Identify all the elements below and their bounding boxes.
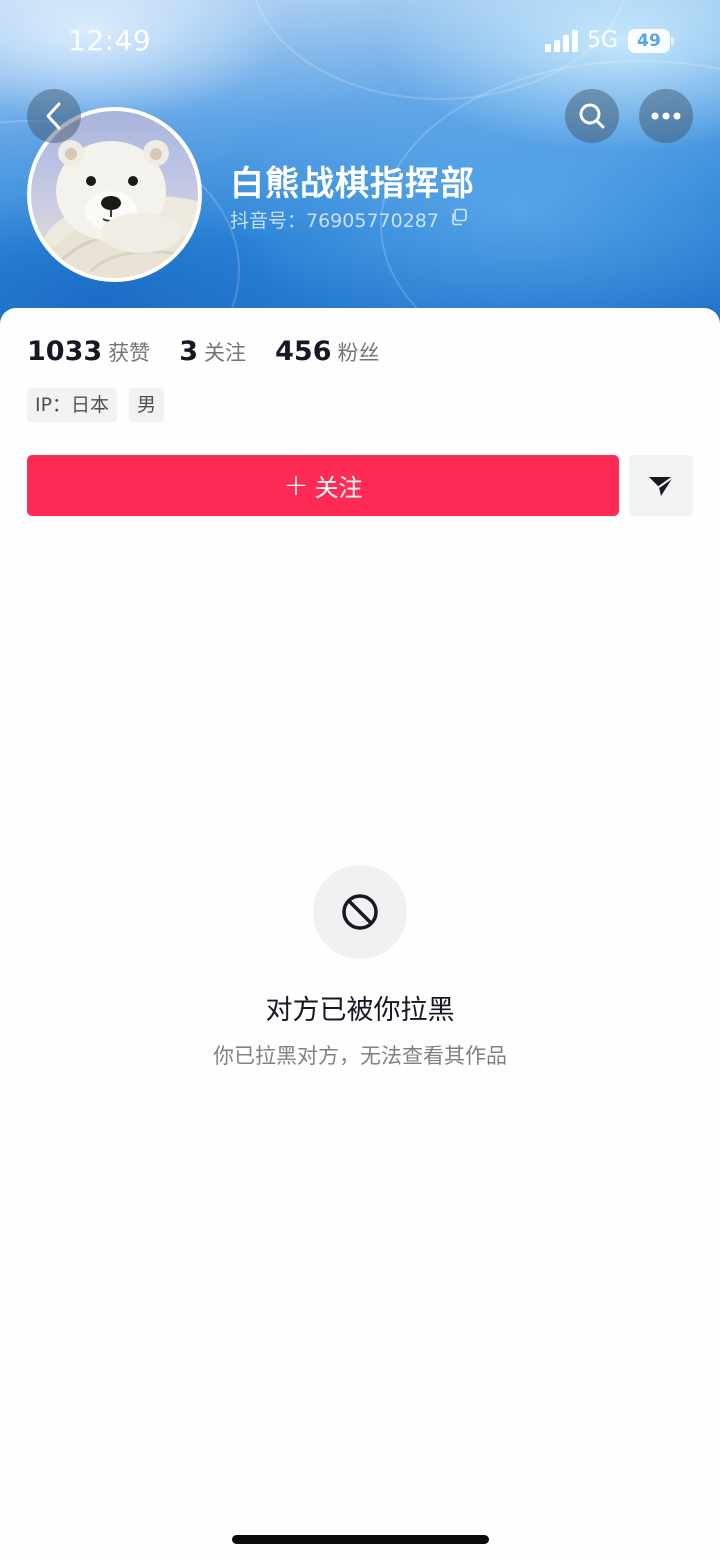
- chevron-left-icon: [46, 102, 61, 130]
- stat-likes-label: 获赞: [108, 341, 151, 365]
- plus-icon: +: [283, 467, 309, 503]
- back-button[interactable]: [27, 89, 81, 143]
- more-button[interactable]: [639, 89, 693, 143]
- gender-tag: 男: [129, 388, 165, 422]
- douyin-id: 抖音号：76905770287: [230, 210, 439, 232]
- search-button[interactable]: [565, 89, 619, 143]
- blocked-subtitle: 你已拉黑对方，无法查看其作品: [213, 1044, 507, 1068]
- blocked-icon-container: [313, 865, 407, 959]
- follow-button-label: 关注: [314, 474, 363, 502]
- follow-button[interactable]: + 关注: [27, 455, 619, 516]
- stat-likes-value: 1033: [27, 336, 103, 367]
- battery-level: 49: [637, 31, 661, 51]
- block-icon: [342, 894, 378, 930]
- status-bar: 12:49 5G 49: [0, 0, 720, 82]
- network-label: 5G: [587, 28, 619, 53]
- battery-icon: 49: [628, 29, 674, 53]
- stat-following-label: 关注: [204, 341, 247, 365]
- stat-likes[interactable]: 1033 获赞: [27, 336, 150, 367]
- send-message-button[interactable]: [629, 455, 693, 516]
- send-icon: [649, 475, 674, 496]
- signal-icon: [545, 30, 578, 52]
- stat-following-value: 3: [179, 336, 199, 367]
- search-icon: [579, 103, 605, 129]
- ip-location-tag: IP：日本: [27, 388, 118, 422]
- blocked-title: 对方已被你拉黑: [265, 995, 455, 1026]
- stat-following[interactable]: 3 关注: [179, 336, 246, 367]
- home-indicator[interactable]: [232, 1535, 489, 1544]
- stat-followers-label: 粉丝: [337, 341, 380, 365]
- more-horizontal-icon: [651, 112, 681, 120]
- stat-followers-value: 456: [275, 336, 332, 367]
- profile-name: 白熊战棋指挥部: [230, 164, 475, 204]
- stats-row: 1033 获赞 3 关注 456 粉丝: [27, 336, 404, 370]
- status-time: 12:49: [68, 24, 152, 57]
- stat-followers[interactable]: 456 粉丝: [275, 336, 379, 367]
- copy-icon[interactable]: [450, 208, 468, 226]
